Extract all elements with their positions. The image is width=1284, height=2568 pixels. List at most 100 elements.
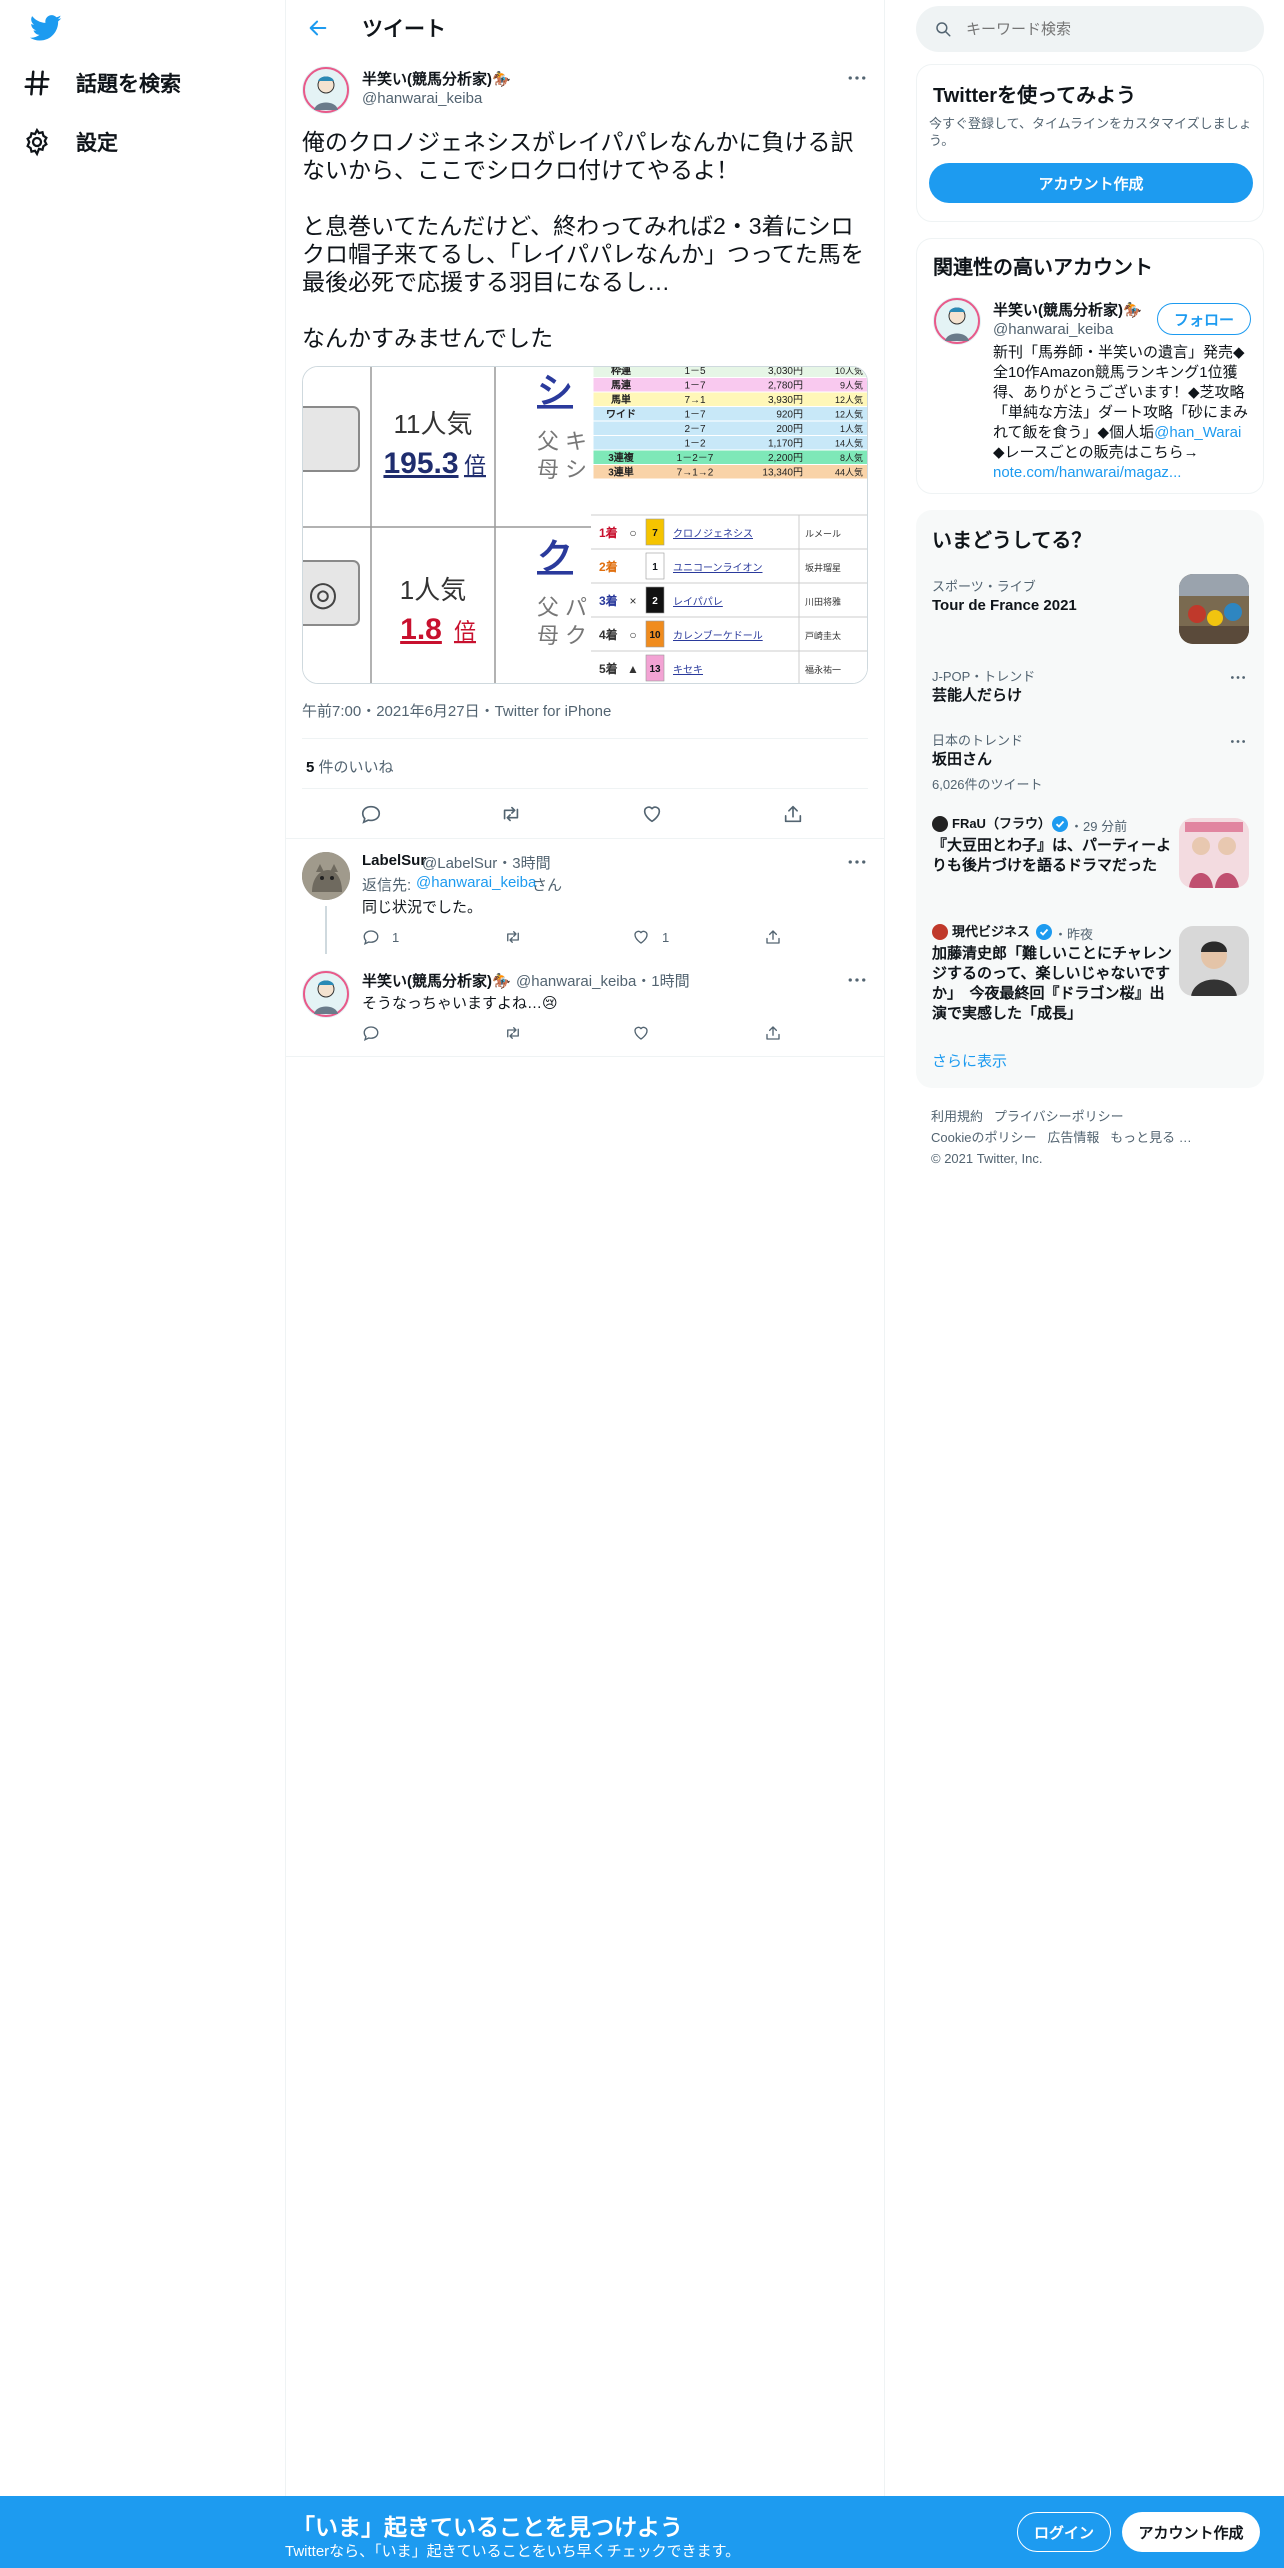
payout-popularity: 12人気 <box>835 394 863 405</box>
gear-icon <box>22 127 52 157</box>
related-account-handle[interactable]: @hanwarai_keiba <box>993 321 1113 338</box>
news-time: ・29 分前 <box>1070 819 1128 834</box>
related-account-name[interactable]: 半笑い(競馬分析家)🏇 <box>993 299 1142 320</box>
avatar[interactable] <box>302 852 350 900</box>
bottom-signup-bar: 「いま」起きていることを見つけよう Twitterなら、「いま」起きていることを… <box>0 2496 1284 2568</box>
retweet-button[interactable] <box>500 803 522 825</box>
horse-name: ユニコーンライオン <box>673 562 763 574</box>
payout-row-bg <box>592 367 867 378</box>
verified-icon <box>1052 816 1068 832</box>
reply-to-link[interactable]: @hanwarai_keiba <box>416 874 536 891</box>
divider <box>286 838 884 839</box>
tweet-timestamp[interactable]: 午前7:00・2021年6月27日・Twitter for iPhone <box>302 700 611 721</box>
hashtag-icon <box>22 68 52 98</box>
related-title: 関連性の高いアカウント <box>933 257 1153 279</box>
page-title: ツイート <box>362 18 446 41</box>
signup-subtitle: 今すぐ登録して、タイムラインをカスタマイズしましょう。 <box>929 116 1252 148</box>
sire-name-partial: キ <box>565 429 587 454</box>
avatar[interactable] <box>933 297 981 345</box>
privacy-link[interactable]: プライバシーポリシー <box>994 1109 1124 1124</box>
like-count: 1 <box>662 929 670 945</box>
trend-item[interactable]: スポーツ・ライブ Tour de France 2021 <box>916 564 1264 656</box>
reply-author-name[interactable]: 半笑い(競馬分析家)🏇 <box>362 970 511 991</box>
finish-place: 2着 <box>599 559 618 574</box>
nav-settings[interactable]: 設定 <box>22 115 118 169</box>
more-options-button[interactable] <box>1226 732 1250 750</box>
trend-item[interactable]: 日本のトレンド 坂田さん 6,026件のツイート <box>916 720 1264 806</box>
favorite-mark: ◎ <box>308 575 338 613</box>
more-options-button[interactable] <box>842 68 872 88</box>
retweet-button[interactable] <box>504 928 522 946</box>
reply-icon <box>363 1026 379 1041</box>
payout-popularity: 1人気 <box>840 423 863 434</box>
bio-mention-link[interactable]: @han_Warai <box>1154 424 1241 441</box>
trend-item[interactable]: J-POP・トレンド 芸能人だらけ <box>916 656 1264 720</box>
popularity-label: 11人気 <box>394 409 473 439</box>
tweet-text: 俺のクロノジェネシスがレイパパレなんかに負ける訳ないから、ここでシロクロ付けてや… <box>302 129 864 351</box>
search-input[interactable] <box>966 20 1236 38</box>
nav-explore[interactable]: 話題を検索 <box>22 56 181 110</box>
retweet-button[interactable] <box>504 1024 522 1042</box>
likes-count[interactable]: 5 件のいいね <box>306 756 394 777</box>
news-item[interactable]: 現代ビジネス ・昨夜 加藤清史郎「難しいことにチャレンジするのって、楽しいじゃな… <box>916 914 1264 1032</box>
avatar[interactable] <box>302 66 350 114</box>
share-button[interactable] <box>764 928 782 946</box>
like-button[interactable] <box>632 1024 650 1042</box>
bio-url-link[interactable]: note.com/hanwarai/magaz... <box>993 464 1181 481</box>
odds-unit: 倍 <box>454 619 476 644</box>
avatar[interactable] <box>302 970 350 1018</box>
create-account-button[interactable]: アカウント作成 <box>929 163 1253 203</box>
payout-row: 枠連 1－5 3,030円 10人気 <box>592 367 867 378</box>
terms-link[interactable]: 利用規約 <box>931 1109 983 1124</box>
payout-amount: 3,930円 <box>768 395 803 406</box>
bottom-bar-subtitle: Twitterなら、「いま」起きていることをいち早くチェックできます。 <box>285 2543 741 2560</box>
trend-image <box>1179 574 1249 644</box>
bet-combo: 1－5 <box>684 367 706 377</box>
horse-name-partial: ク <box>537 536 573 577</box>
signup-button[interactable]: アカウント作成 <box>1122 2512 1260 2552</box>
tweet-media[interactable]: ◎ 11人気 195.3 倍 1人気 1.8 倍 シ ク 父 母 キ シ 父 母… <box>302 366 868 684</box>
share-icon <box>784 805 802 823</box>
like-button[interactable] <box>641 803 663 825</box>
thread-line <box>325 906 327 954</box>
search-box[interactable] <box>916 6 1264 52</box>
footer-links: 利用規約 プライバシーポリシー Cookieのポリシー 広告情報 もっと見る …… <box>931 1106 1251 1169</box>
follow-button[interactable]: フォロー <box>1157 303 1251 335</box>
twitter-logo-icon[interactable] <box>28 12 64 44</box>
more-options-button[interactable] <box>842 852 872 872</box>
reply-meta[interactable]: @LabelSur・3時間 <box>422 852 551 873</box>
cookie-link[interactable]: Cookieのポリシー <box>931 1130 1036 1145</box>
reply-meta[interactable]: @hanwarai_keiba・1時間 <box>516 970 690 991</box>
reply-text: 同じ状況でした。 <box>362 899 483 916</box>
prediction-mark: ○ <box>629 526 636 540</box>
ellipsis-icon <box>848 978 866 982</box>
ads-info-link[interactable]: 広告情報 <box>1047 1130 1099 1145</box>
tweet-detail-column: ツイート 半笑い(競馬分析家)🏇 @hanwarai_keiba 俺のクロノジェ… <box>286 0 884 1060</box>
reply-author-name[interactable]: LabelSur <box>362 852 426 869</box>
trends-title: いまどうしてる？ <box>932 530 1092 552</box>
author-name[interactable]: 半笑い(競馬分析家)🏇 <box>362 68 511 89</box>
like-button[interactable]: 1 <box>632 928 669 946</box>
payout-amount: 2,780円 <box>768 381 803 392</box>
bet-combo: 1－2－7 <box>677 453 714 464</box>
reply-icon <box>361 805 381 824</box>
more-link[interactable]: もっと見る … <box>1110 1130 1192 1145</box>
share-button[interactable] <box>782 803 804 825</box>
reply-button[interactable] <box>360 803 382 825</box>
more-options-button[interactable] <box>1226 668 1250 686</box>
sire-label: 父 <box>537 595 559 620</box>
author-handle[interactable]: @hanwarai_keiba <box>362 90 482 107</box>
payout-row-bg <box>592 420 867 436</box>
reply-button[interactable]: 1 <box>362 928 399 946</box>
payout-row: 馬単 7→1 3,930円 12人気 <box>592 391 867 407</box>
horse-name: レイパパレ <box>673 596 723 608</box>
login-button[interactable]: ログイン <box>1017 2512 1111 2552</box>
share-button[interactable] <box>764 1024 782 1042</box>
bet-type: 3連単 <box>608 466 634 479</box>
reply-button[interactable] <box>362 1024 380 1042</box>
more-options-button[interactable] <box>842 970 872 990</box>
bet-combo: 7→1→2 <box>677 468 714 479</box>
back-button[interactable] <box>298 8 338 48</box>
news-item[interactable]: FRaU（フラウ） ・29 分前 『大豆田とわ子』は、パーティーよりも後片づけを… <box>916 806 1264 914</box>
show-more-link[interactable]: さらに表示 <box>932 1050 1007 1071</box>
